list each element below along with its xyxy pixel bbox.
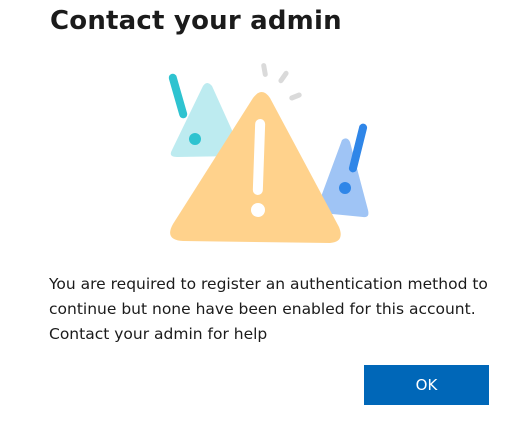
- dialog-message: You are required to register an authenti…: [49, 275, 488, 343]
- ok-button[interactable]: OK: [364, 365, 489, 405]
- contact-admin-dialog: Contact your admin You are required to r…: [0, 0, 527, 427]
- warning-illustration: [168, 63, 369, 243]
